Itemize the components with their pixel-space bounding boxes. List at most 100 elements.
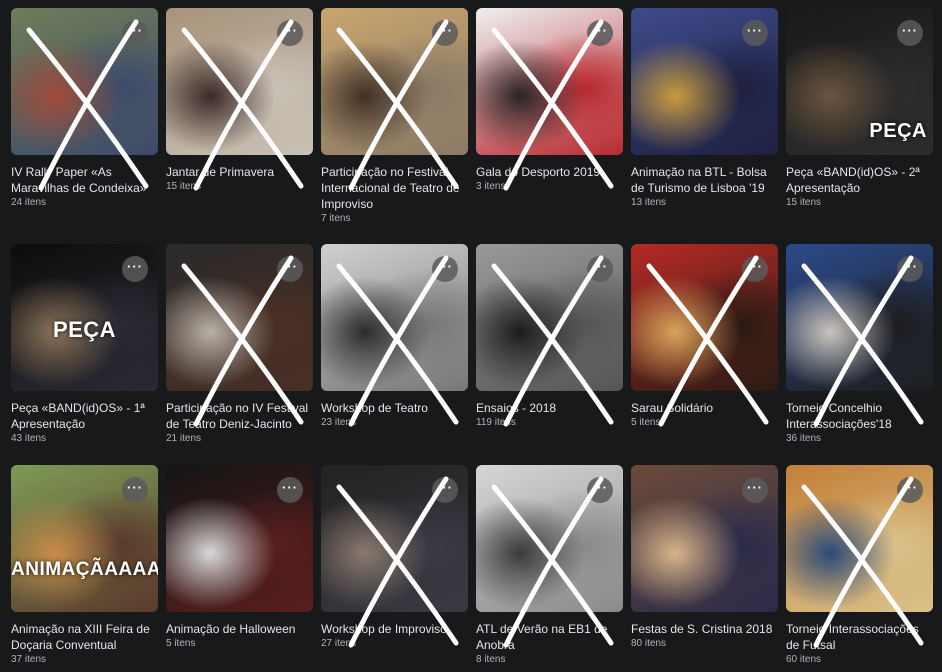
album-card[interactable]: PEÇA ··· Peça «BAND(id)OS» - 1ª Apresentaç… — [11, 244, 158, 446]
album-thumbnail[interactable]: ··· — [631, 465, 778, 612]
album-card[interactable]: ··· Torneio Interassociações de Futsal 60 … — [786, 465, 933, 667]
album-title[interactable]: Torneio Interassociações de Futsal — [786, 621, 933, 653]
album-item-count: 36 itens — [786, 433, 822, 444]
album-thumbnail[interactable]: ··· — [476, 8, 623, 155]
album-title[interactable]: Participação no Festival Internacional d… — [321, 164, 468, 212]
album-thumbnail[interactable]: ··· — [166, 465, 313, 612]
album-title[interactable]: Peça «BAND(id)OS» - 2ª Apresentação — [786, 164, 933, 196]
album-thumbnail[interactable]: ··· — [476, 244, 623, 391]
album-thumbnail[interactable]: ··· — [631, 8, 778, 155]
album-title[interactable]: Participação no IV Festival de Teatro De… — [166, 400, 313, 432]
album-meta: Sarau Solidário 5 itens — [631, 391, 778, 430]
album-item-count: 27 itens — [321, 638, 357, 649]
album-card[interactable]: PEÇA ··· Peça «BAND(id)OS» - 2ª Apresentaç… — [786, 8, 933, 210]
album-card[interactable]: ··· Workshop de Improviso 27 itens — [321, 465, 468, 651]
album-title[interactable]: Animação na XIII Feira de Doçaria Conven… — [11, 621, 158, 653]
album-item-count: 15 itens — [166, 181, 202, 192]
album-title[interactable]: IV Rally Paper «As Maravilhas de Condeix… — [11, 164, 158, 196]
album-card[interactable]: ··· Ensaios - 2018 119 itens — [476, 244, 623, 430]
album-thumbnail[interactable]: PEÇA ··· — [786, 8, 933, 155]
more-options-icon[interactable]: ··· — [742, 477, 768, 503]
album-card[interactable]: ··· Jantar de Primavera 15 itens — [166, 8, 313, 194]
album-card[interactable]: ··· Animação na BTL - Bolsa de Turismo de… — [631, 8, 778, 210]
album-title[interactable]: Jantar de Primavera — [166, 164, 313, 180]
album-item-count: 119 itens — [476, 417, 516, 428]
more-options-icon[interactable]: ··· — [277, 256, 303, 282]
more-options-icon[interactable]: ··· — [432, 20, 458, 46]
album-thumbnail[interactable]: ··· — [786, 244, 933, 391]
album-item-count: 8 itens — [476, 654, 506, 665]
more-options-icon[interactable]: ··· — [587, 256, 613, 282]
album-item-count: 15 itens — [786, 197, 822, 208]
more-options-icon[interactable]: ··· — [742, 256, 768, 282]
album-thumbnail[interactable]: ··· — [166, 244, 313, 391]
album-card[interactable]: ··· Workshop de Teatro 23 itens — [321, 244, 468, 430]
more-options-icon[interactable]: ··· — [277, 477, 303, 503]
album-meta: Workshop de Teatro 23 itens — [321, 391, 468, 430]
album-title[interactable]: Animação de Halloween — [166, 621, 313, 637]
album-item-count: 24 itens — [11, 197, 47, 208]
album-meta: Jantar de Primavera 15 itens — [166, 155, 313, 194]
more-options-icon[interactable]: ··· — [122, 20, 148, 46]
more-options-icon[interactable]: ··· — [587, 477, 613, 503]
album-title[interactable]: Peça «BAND(id)OS» - 1ª Apresentação — [11, 400, 158, 432]
album-meta: Festas de S. Cristina 2018 80 itens — [631, 612, 778, 651]
album-thumbnail[interactable]: PEÇA ··· — [11, 244, 158, 391]
more-options-icon[interactable]: ··· — [897, 256, 923, 282]
album-title[interactable]: Ensaios - 2018 — [476, 400, 623, 416]
album-meta: Animação na XIII Feira de Doçaria Conven… — [11, 612, 158, 667]
more-options-icon[interactable]: ··· — [742, 20, 768, 46]
album-title[interactable]: ATL de Verão na EB1 de Anobra — [476, 621, 623, 653]
album-thumbnail[interactable]: ··· — [321, 465, 468, 612]
album-card[interactable]: ··· Animação de Halloween 5 itens — [166, 465, 313, 651]
more-options-icon[interactable]: ··· — [897, 477, 923, 503]
album-card[interactable]: ··· Participação no IV Festival de Teatro… — [166, 244, 313, 446]
album-meta: Participação no Festival Internacional d… — [321, 155, 468, 226]
more-options-icon[interactable]: ··· — [277, 20, 303, 46]
album-meta: Peça «BAND(id)OS» - 1ª Apresentação 43 it… — [11, 391, 158, 446]
album-card[interactable]: ··· Sarau Solidário 5 itens — [631, 244, 778, 430]
album-title[interactable]: Torneio Concelhio Interassociações'18 — [786, 400, 933, 432]
album-title[interactable]: Workshop de Improviso — [321, 621, 468, 637]
album-thumbnail[interactable]: ··· — [11, 8, 158, 155]
more-options-icon[interactable]: ··· — [897, 20, 923, 46]
album-card[interactable]: ··· Gala do Desporto 2019 3 itens — [476, 8, 623, 194]
album-card[interactable]: ··· Festas de S. Cristina 2018 80 itens — [631, 465, 778, 651]
album-card[interactable]: ··· ATL de Verão na EB1 de Anobra 8 itens — [476, 465, 623, 667]
album-card[interactable]: ANIMAÇÃAAAAAO ··· Animação na XIII Feira d… — [11, 465, 158, 667]
album-title[interactable]: Festas de S. Cristina 2018 — [631, 621, 778, 637]
album-item-count: 60 itens — [786, 654, 822, 665]
album-thumbnail[interactable]: ··· — [631, 244, 778, 391]
album-item-count: 37 itens — [11, 654, 47, 665]
album-title[interactable]: Sarau Solidário — [631, 400, 778, 416]
more-options-icon[interactable]: ··· — [122, 256, 148, 282]
album-item-count: 3 itens — [476, 181, 506, 192]
album-meta: ATL de Verão na EB1 de Anobra 8 itens — [476, 612, 623, 667]
album-item-count: 23 itens — [321, 417, 357, 428]
album-meta: Workshop de Improviso 27 itens — [321, 612, 468, 651]
album-title[interactable]: Gala do Desporto 2019 — [476, 164, 623, 180]
album-card[interactable]: ··· Torneio Concelhio Interassociações'18… — [786, 244, 933, 446]
album-thumbnail[interactable]: ··· — [786, 465, 933, 612]
more-options-icon[interactable]: ··· — [587, 20, 613, 46]
album-item-count: 7 itens — [321, 213, 351, 224]
album-card[interactable]: ··· Participação no Festival Internaciona… — [321, 8, 468, 226]
album-thumbnail[interactable]: ··· — [166, 8, 313, 155]
more-options-icon[interactable]: ··· — [122, 477, 148, 503]
album-item-count: 80 itens — [631, 638, 667, 649]
more-options-icon[interactable]: ··· — [432, 256, 458, 282]
album-thumbnail[interactable]: ··· — [321, 244, 468, 391]
album-meta: Animação de Halloween 5 itens — [166, 612, 313, 651]
album-thumbnail[interactable]: ··· — [321, 8, 468, 155]
album-thumbnail[interactable]: ANIMAÇÃAAAAAO ··· — [11, 465, 158, 612]
album-item-count: 13 itens — [631, 197, 667, 208]
album-card[interactable]: ··· IV Rally Paper «As Maravilhas de Cond… — [11, 8, 158, 210]
album-meta: Ensaios - 2018 119 itens — [476, 391, 623, 430]
album-title[interactable]: Animação na BTL - Bolsa de Turismo de Li… — [631, 164, 778, 196]
more-options-icon[interactable]: ··· — [432, 477, 458, 503]
album-thumbnail[interactable]: ··· — [476, 465, 623, 612]
album-meta: Animação na BTL - Bolsa de Turismo de Li… — [631, 155, 778, 210]
album-meta: Gala do Desporto 2019 3 itens — [476, 155, 623, 194]
album-meta: Torneio Interassociações de Futsal 60 ite… — [786, 612, 933, 667]
album-title[interactable]: Workshop de Teatro — [321, 400, 468, 416]
